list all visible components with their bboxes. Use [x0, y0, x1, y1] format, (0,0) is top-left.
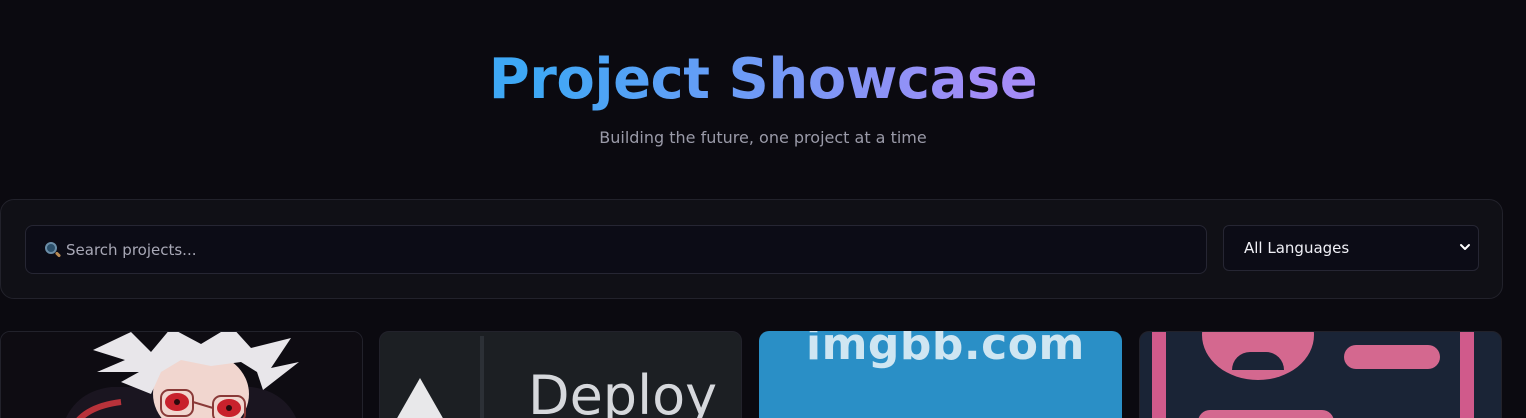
thumbnail-text: imgbb.com — [806, 331, 1085, 370]
thumbnail-text: Deploy — [528, 364, 718, 418]
language-select-value: All Languages — [1244, 239, 1350, 257]
project-card[interactable]: imgbb.com — [759, 331, 1122, 418]
page-title: Project Showcase — [0, 44, 1526, 116]
language-select[interactable]: All Languages — [1223, 225, 1479, 271]
project-thumbnail — [1, 332, 362, 418]
project-card[interactable]: Deploy — [379, 331, 742, 418]
search-input[interactable] — [66, 240, 1206, 259]
filter-bar: All Languages — [0, 199, 1503, 299]
chevron-down-icon — [1460, 244, 1470, 250]
project-card[interactable] — [1139, 331, 1502, 418]
vercel-triangle-icon — [396, 378, 444, 418]
project-card[interactable] — [0, 331, 363, 418]
search-icon — [42, 239, 64, 261]
page-subtitle: Building the future, one project at a ti… — [599, 128, 927, 147]
search-box[interactable] — [25, 225, 1207, 274]
